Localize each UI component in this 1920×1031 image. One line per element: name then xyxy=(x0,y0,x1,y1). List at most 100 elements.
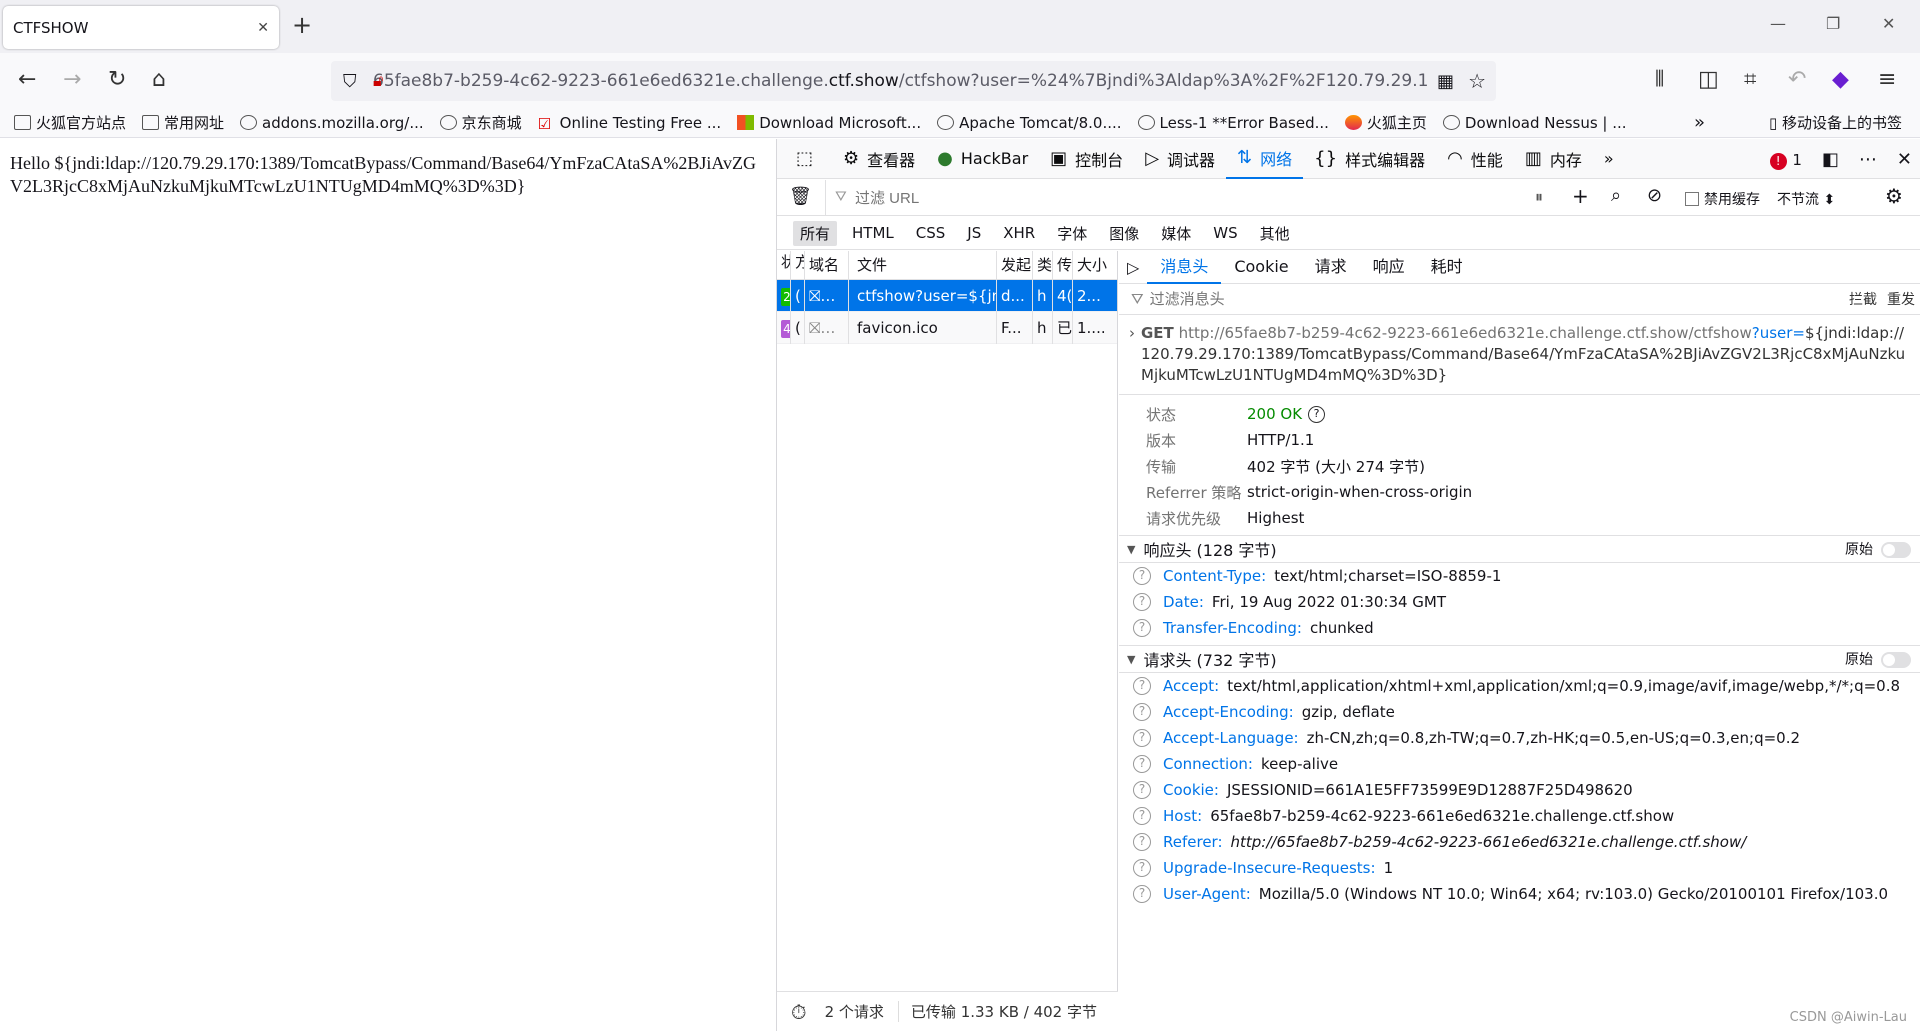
column-header[interactable]: 方 xyxy=(791,251,805,279)
column-header[interactable]: 文件 xyxy=(849,251,997,279)
bookmark-star-icon[interactable]: ☆ xyxy=(1468,69,1486,93)
help-icon[interactable]: ? xyxy=(1133,567,1151,585)
more-options-icon[interactable]: ⋯ xyxy=(1859,149,1877,170)
type-filter[interactable]: 所有 xyxy=(793,220,838,246)
add-icon[interactable]: + xyxy=(1572,184,1589,208)
help-icon[interactable]: ? xyxy=(1308,405,1326,423)
search-icon[interactable]: ⌕ xyxy=(1611,185,1621,206)
address-bar[interactable]: ⛉ 🔓︎ 65fae8b7-b259-4c62-9223-661e6ed6321… xyxy=(331,61,1496,101)
browser-tab[interactable]: CTFSHOW ✕ xyxy=(3,6,279,49)
response-headers-toggle[interactable]: ▼ 响应头 (128 字节) 原始 xyxy=(1119,535,1920,563)
bookmark-item[interactable]: Apache Tomcat/8.0.... xyxy=(937,114,1122,132)
bookmark-item[interactable]: 京东商城 xyxy=(439,112,522,133)
help-icon[interactable]: ? xyxy=(1133,833,1151,851)
url-text[interactable]: 65fae8b7-b259-4c62-9223-661e6ed6321e.cha… xyxy=(373,71,1437,91)
raw-toggle[interactable] xyxy=(1881,652,1911,668)
insecure-lock-icon[interactable]: 🔓︎ xyxy=(373,71,383,91)
shield-icon[interactable]: ⛉ xyxy=(343,71,357,92)
request-headers-toggle[interactable]: ▼ 请求头 (732 字节) 原始 xyxy=(1119,645,1920,673)
type-filter[interactable]: HTML xyxy=(845,222,901,244)
column-header[interactable]: 发起 xyxy=(997,251,1033,279)
column-header[interactable]: 大小 xyxy=(1073,251,1117,279)
table-row[interactable]: 4 ( ⛝… favicon.ico F... h 已 1.... xyxy=(777,311,1117,344)
back-icon[interactable]: ← xyxy=(18,65,36,95)
more-tabs-icon[interactable]: » xyxy=(1593,139,1625,179)
header-filter-input[interactable] xyxy=(1149,290,1650,308)
throttle-select[interactable]: 不节流 ⬍ xyxy=(1777,189,1835,209)
error-counter[interactable]: ! 1 xyxy=(1769,149,1802,170)
reload-icon[interactable]: ↻ xyxy=(108,65,126,95)
undo-icon[interactable]: ↶ xyxy=(1788,65,1806,95)
help-icon[interactable]: ? xyxy=(1133,755,1151,773)
bookmark-item[interactable]: 火狐官方站点 xyxy=(14,112,126,133)
tab-inspector[interactable]: ⚙ 查看器 xyxy=(832,139,926,179)
tab-debugger[interactable]: ▷ 调试器 xyxy=(1134,139,1226,179)
help-icon[interactable]: ? xyxy=(1133,593,1151,611)
type-filter[interactable]: 其他 xyxy=(1253,221,1297,246)
type-filter[interactable]: JS xyxy=(960,222,988,244)
tab-request[interactable]: 请求 xyxy=(1302,251,1360,284)
pause-icon[interactable]: ⏸ xyxy=(1535,187,1543,207)
resend-button[interactable]: 重发 xyxy=(1887,289,1915,309)
menu-icon[interactable]: ≡ xyxy=(1878,65,1896,95)
sidebar-icon[interactable]: ◫ xyxy=(1698,65,1719,95)
bookmark-item[interactable]: addons.mozilla.org/... xyxy=(240,114,424,132)
disable-cache-checkbox[interactable]: 禁用缓存 xyxy=(1685,189,1760,209)
block-icon[interactable]: ⊘ xyxy=(1647,185,1662,206)
dock-icon[interactable]: ◧ xyxy=(1822,149,1839,170)
chevron-right-icon[interactable]: › xyxy=(1129,323,1135,344)
tab-memory[interactable]: ▥ 内存 xyxy=(1514,139,1593,179)
qr-code-icon[interactable]: ▦ xyxy=(1437,71,1454,92)
bookmark-item[interactable]: 火狐主页 xyxy=(1344,112,1427,133)
type-filter[interactable]: 媒体 xyxy=(1154,221,1198,246)
library-icon[interactable]: ⫴ xyxy=(1655,65,1664,95)
column-header[interactable]: 域名 xyxy=(805,251,849,279)
tab-cookies[interactable]: Cookie xyxy=(1221,251,1301,284)
block-button[interactable]: 拦截 xyxy=(1849,289,1877,309)
help-icon[interactable]: ? xyxy=(1133,729,1151,747)
help-icon[interactable]: ? xyxy=(1133,703,1151,721)
bookmark-item[interactable]: Less-1 **Error Based... xyxy=(1137,114,1329,132)
help-icon[interactable]: ? xyxy=(1133,885,1151,903)
restore-icon[interactable]: ❐ xyxy=(1826,14,1840,33)
bookmark-item[interactable]: Download Nessus | ... xyxy=(1442,114,1627,132)
tab-performance[interactable]: ◠ 性能 xyxy=(1436,139,1514,179)
close-tab-icon[interactable]: ✕ xyxy=(257,20,269,36)
raw-toggle[interactable] xyxy=(1881,542,1911,558)
stopwatch-icon[interactable]: ⏱ xyxy=(791,1000,807,1024)
tab-style-editor[interactable]: {} 样式编辑器 xyxy=(1303,139,1436,179)
forward-icon[interactable]: → xyxy=(63,65,81,95)
help-icon[interactable]: ? xyxy=(1133,781,1151,799)
extension-icon[interactable]: ◆ xyxy=(1832,65,1849,95)
pick-element-icon[interactable]: ⬚ xyxy=(785,139,832,179)
type-filter[interactable]: 图像 xyxy=(1102,221,1146,246)
bookmark-item[interactable]: Download Microsoft... xyxy=(737,114,921,132)
type-filter[interactable]: WS xyxy=(1206,222,1244,244)
window-close-icon[interactable]: ✕ xyxy=(1882,14,1895,33)
tab-network[interactable]: ⇅ 网络 xyxy=(1226,139,1304,179)
trash-icon[interactable]: 🗑︎ xyxy=(789,186,812,207)
bookmark-item[interactable]: ☑ Online Testing Free ... xyxy=(538,114,722,134)
toggle-sidebar-icon[interactable]: ▷ xyxy=(1119,258,1147,277)
help-icon[interactable]: ? xyxy=(1133,859,1151,877)
tab-hackbar[interactable]: ● HackBar xyxy=(926,139,1039,179)
column-header[interactable]: 类 xyxy=(1033,251,1053,279)
type-filter[interactable]: CSS xyxy=(909,222,953,244)
help-icon[interactable]: ? xyxy=(1133,619,1151,637)
chevron-more-icon[interactable]: » xyxy=(1694,112,1705,133)
minimize-icon[interactable]: — xyxy=(1770,14,1786,33)
column-header[interactable]: 状 xyxy=(777,251,791,279)
help-icon[interactable]: ? xyxy=(1133,807,1151,825)
column-header[interactable]: 传 xyxy=(1053,251,1073,279)
url-filter-input[interactable] xyxy=(855,186,1295,210)
home-icon[interactable]: ⌂ xyxy=(152,65,166,95)
close-devtools-icon[interactable]: ✕ xyxy=(1897,149,1912,170)
new-tab-icon[interactable]: + xyxy=(292,11,312,39)
bookmark-item[interactable]: 常用网址 xyxy=(142,112,224,133)
settings-gear-icon[interactable]: ⚙ xyxy=(1885,184,1903,208)
table-row[interactable]: 2 ( ⛝… ctfshow?user=${jnc d... h 4( 2... xyxy=(777,279,1117,312)
tab-response[interactable]: 响应 xyxy=(1360,251,1418,284)
tab-console[interactable]: ▣ 控制台 xyxy=(1039,139,1134,179)
help-icon[interactable]: ? xyxy=(1133,677,1151,695)
tab-headers[interactable]: 消息头 xyxy=(1147,251,1222,284)
